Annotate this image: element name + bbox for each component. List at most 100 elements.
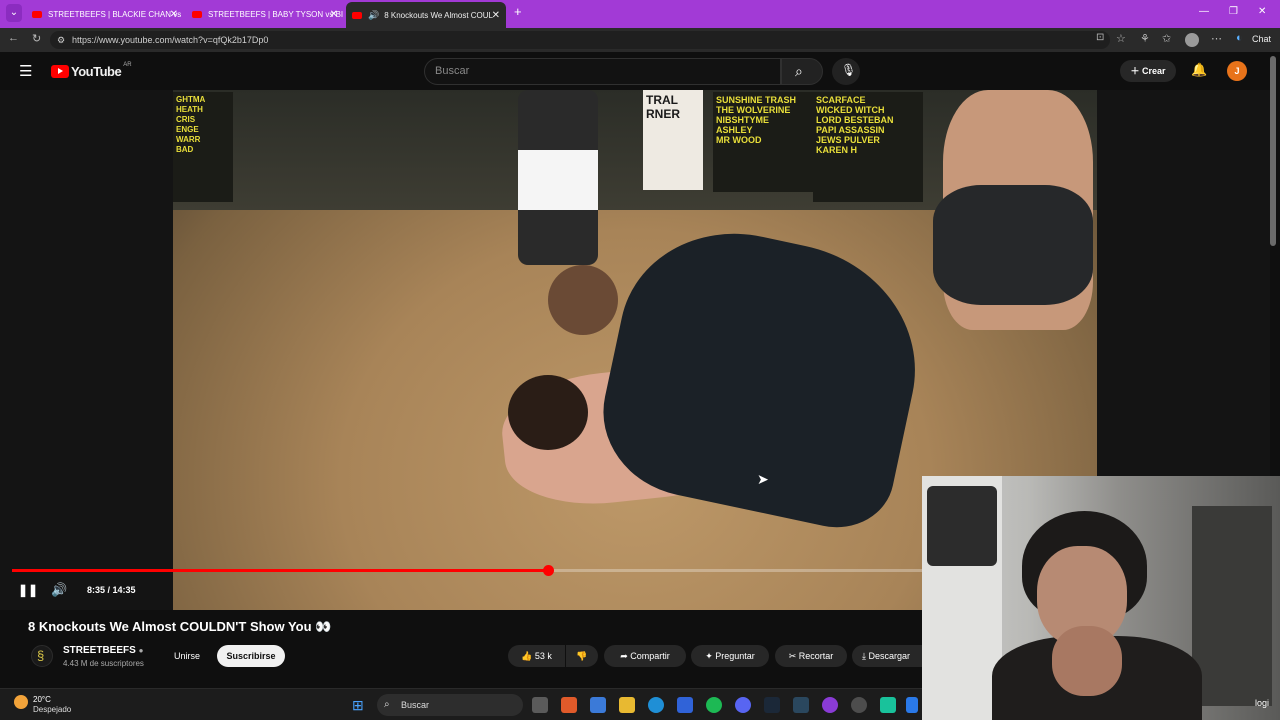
close-tab-icon[interactable]: ✕: [330, 9, 338, 20]
hamburger-menu-icon[interactable]: ☰: [19, 62, 32, 80]
taskbar-search[interactable]: ⌕ Buscar: [377, 694, 523, 716]
corner-logi-text: logi: [1255, 698, 1270, 708]
mouse-cursor-icon: ➤: [757, 471, 769, 487]
copilot-app-icon[interactable]: [590, 697, 606, 713]
region-code: AR: [123, 61, 132, 68]
app-icon-2[interactable]: [906, 697, 918, 713]
store-icon[interactable]: [677, 697, 693, 713]
close-tab-icon[interactable]: ✕: [492, 10, 500, 21]
youtube-logo-text: YouTube: [71, 64, 122, 79]
account-avatar[interactable]: J: [1227, 61, 1247, 81]
brave-browser-icon[interactable]: [561, 697, 577, 713]
join-button[interactable]: Unirse: [166, 645, 208, 667]
streamer-webcam: [922, 476, 1280, 720]
maximize-icon[interactable]: ❐: [1229, 6, 1238, 17]
create-label: Crear: [1142, 66, 1166, 76]
youtube-favicon-icon: [32, 10, 42, 18]
share-button[interactable]: ➦ Compartir: [604, 645, 686, 667]
minimize-icon[interactable]: —: [1199, 6, 1209, 17]
speaker-playing-icon[interactable]: 🔊: [368, 10, 379, 21]
download-label: Descargar: [868, 651, 911, 661]
subscribe-button[interactable]: Suscribirse: [217, 645, 285, 667]
youtube-logo[interactable]: YouTube AR: [51, 61, 132, 79]
youtube-play-logo-icon: [51, 65, 69, 78]
youtube-favicon-icon: [192, 10, 202, 18]
download-button[interactable]: ⤓ Descargar: [852, 645, 922, 667]
url-field[interactable]: ⚙ https://www.youtube.com/watch?v=qfQk2b…: [50, 31, 1110, 49]
profile-icon[interactable]: [1185, 33, 1199, 47]
fence-banner-names-b: SCARFACE WICKED WITCH LORD BESTEBAN PAPI…: [813, 92, 923, 202]
favorites-icon[interactable]: ✩: [1162, 32, 1171, 45]
progress-played: [12, 569, 548, 572]
ask-button[interactable]: ✦ Preguntar: [691, 645, 769, 667]
video-progress-bar[interactable]: [12, 565, 922, 576]
join-label: Unirse: [173, 651, 200, 661]
dislike-button[interactable]: 👎: [566, 645, 598, 667]
file-explorer-icon[interactable]: [619, 697, 635, 713]
tab-blackie-chan[interactable]: STREETBEEFS | BLACKIE CHAN vs ✕: [26, 4, 184, 24]
weather-temperature[interactable]: 20°C: [33, 695, 51, 704]
chrome-icon[interactable]: [851, 697, 867, 713]
obs-icon[interactable]: [822, 697, 838, 713]
windows-start-icon[interactable]: ⊞: [352, 697, 364, 714]
like-button[interactable]: 👍 53 k: [508, 645, 565, 667]
clip-label: Recortar: [798, 651, 834, 661]
fence-banner-left: GHTMA HEATH CRIS ENGE WARR BAD: [173, 92, 233, 202]
spotify-icon[interactable]: [706, 697, 722, 713]
steam-icon[interactable]: [764, 697, 780, 713]
more-menu-icon[interactable]: ⋯: [1211, 32, 1222, 45]
bookmark-star-icon[interactable]: ☆: [1116, 32, 1126, 45]
download-arrow-icon: ⤓: [862, 651, 866, 661]
search-input[interactable]: Buscar: [424, 58, 781, 85]
notifications-bell-icon[interactable]: 🔔: [1191, 62, 1207, 78]
steam-alt-icon[interactable]: [793, 697, 809, 713]
share-label: Compartir: [630, 651, 670, 661]
discord-icon[interactable]: [735, 697, 751, 713]
standing-fighter-shorts: [933, 185, 1093, 305]
search-placeholder: Buscar: [435, 65, 470, 77]
browser-tab-strip: ⌄ STREETBEEFS | BLACKIE CHAN vs ✕ STREET…: [0, 0, 1280, 28]
tab-search-chevron-icon[interactable]: ⌄: [6, 4, 22, 22]
windows-taskbar: 20°C Despejado ⊞ ⌕ Buscar: [0, 688, 922, 720]
subscriber-count: 4.43 M de suscriptores: [63, 659, 144, 668]
tab-label: STREETBEEFS | BLACKIE CHAN vs: [48, 9, 182, 19]
search-button[interactable]: ⌕: [781, 58, 823, 85]
thumbs-down-icon: 👎: [576, 651, 588, 661]
clip-button[interactable]: ✂ Recortar: [775, 645, 847, 667]
cobra-logo-icon: §: [37, 648, 45, 663]
create-button[interactable]: ＋ Crear: [1120, 60, 1176, 82]
scissors-icon: ✂: [788, 651, 797, 661]
tab-label: STREETBEEFS | BABY TYSON vs BI: [208, 9, 344, 19]
tab-knockouts-active[interactable]: 🔊 8 Knockouts We Almost COUL ✕: [346, 2, 506, 28]
progress-scrubber[interactable]: [542, 565, 554, 576]
close-tab-icon[interactable]: ✕: [170, 9, 178, 20]
weather-condition[interactable]: Despejado: [33, 705, 71, 714]
chat-label[interactable]: Chat: [1252, 34, 1271, 44]
pause-icon[interactable]: ❚❚: [18, 583, 38, 597]
corner-sign: TRAL RNER: [643, 90, 703, 190]
referee-shorts: [518, 150, 598, 210]
weather-sun-icon: [14, 695, 28, 709]
webcam-guitars: [1192, 506, 1272, 706]
close-window-icon[interactable]: ✕: [1258, 6, 1266, 17]
new-tab-plus-icon[interactable]: +: [514, 4, 522, 19]
channel-name[interactable]: STREETBEEFS ●: [63, 645, 143, 656]
app-icon[interactable]: [880, 697, 896, 713]
tab-baby-tyson[interactable]: STREETBEEFS | BABY TYSON vs BI ✕: [186, 4, 344, 24]
verified-check-icon: ●: [138, 646, 144, 655]
task-view-icon[interactable]: [532, 697, 548, 713]
page-scrollbar[interactable]: [1270, 56, 1276, 246]
fence-banner-names-a: SUNSHINE TRASH THE WOLVERINE NIBSHTYME A…: [713, 92, 813, 192]
edge-browser-icon[interactable]: [648, 697, 664, 713]
install-app-icon[interactable]: ⊡: [1096, 32, 1104, 43]
voice-search-button[interactable]: 🎙: [832, 58, 860, 85]
video-title: 8 Knockouts We Almost COULDN'T Show You …: [28, 619, 332, 634]
webcam-gear: [927, 486, 997, 566]
channel-logo[interactable]: §: [31, 645, 53, 667]
volume-icon[interactable]: 🔊: [51, 582, 67, 598]
copilot-icon[interactable]: ◐: [1236, 32, 1243, 44]
site-info-icon[interactable]: ⚙: [57, 31, 65, 49]
back-arrow-icon[interactable]: ←: [8, 32, 19, 44]
extensions-icon[interactable]: ⚘: [1140, 32, 1150, 45]
reload-icon[interactable]: ↻: [32, 32, 41, 45]
